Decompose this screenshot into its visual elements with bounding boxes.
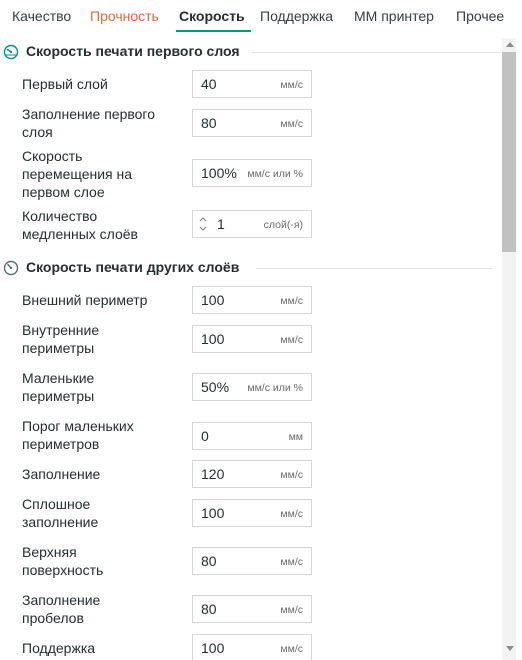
gap-infill-speed-input[interactable]: 80 мм/с <box>192 595 312 623</box>
label-line: заполнение <box>22 514 99 530</box>
label-first-layer-infill: Заполнение первого слоя <box>22 105 155 141</box>
label-line: медленных слоёв <box>22 226 138 242</box>
tab-strength[interactable]: Прочность <box>90 8 159 24</box>
first-layer-travel-speed-input[interactable]: 100% мм/с или % <box>192 159 312 187</box>
outer-wall-speed-input[interactable]: 100 мм/с <box>192 286 312 314</box>
input-value: 80 <box>201 115 217 131</box>
label-line: Маленькие <box>22 370 95 386</box>
label-line: Заполнение <box>22 592 101 608</box>
label-line: Внутренние <box>22 322 100 338</box>
label-line: пробелов <box>22 610 84 626</box>
label-line: слоя <box>22 124 53 140</box>
scroll-up-arrow-icon[interactable] <box>506 42 514 47</box>
label-line: Скорость <box>22 148 83 164</box>
section-header-other-layers-speed: Скорость печати других слоёв <box>0 256 500 280</box>
tab-multimaterial[interactable]: ММ принтер <box>354 8 434 24</box>
label-line: периметры <box>22 340 95 356</box>
label-line: первом слое <box>22 184 105 200</box>
settings-tab-bar: Качество Прочность Скорость Поддержка ММ… <box>0 0 522 34</box>
active-tab-indicator <box>176 30 251 32</box>
input-value: 80 <box>201 553 217 569</box>
input-unit: мм/с <box>280 508 303 520</box>
stepper-arrows-icon[interactable] <box>198 215 208 233</box>
input-unit: мм/с <box>280 334 303 346</box>
label-small-perimeters: Маленькие периметры <box>22 369 94 405</box>
input-value: 1 <box>217 216 225 232</box>
label-line: периметры <box>22 388 95 404</box>
label-line: Порог маленьких <box>22 418 134 434</box>
support-speed-input[interactable]: 100 мм/с <box>192 634 312 660</box>
label-sparse-infill: Заполнение <box>22 466 101 482</box>
input-unit: мм/с <box>280 79 303 91</box>
section-divider <box>256 268 492 269</box>
label-line: Количество <box>22 208 98 224</box>
label-slow-down-layers: Количество медленных слоёв <box>22 207 138 243</box>
input-value: 50% <box>201 379 230 395</box>
input-value: 120 <box>201 466 225 482</box>
label-outer-wall: Внешний периметр <box>22 292 148 308</box>
small-perimeters-speed-input[interactable]: 50% мм/с или % <box>192 373 312 401</box>
inner-wall-speed-input[interactable]: 100 мм/с <box>192 325 312 353</box>
tab-others[interactable]: Прочее <box>456 8 504 24</box>
input-unit: мм/с или % <box>247 382 303 394</box>
input-unit: мм/с <box>280 295 303 307</box>
label-line: периметров <box>22 436 100 452</box>
label-first-layer: Первый слой <box>22 76 108 92</box>
small-perimeter-threshold-input[interactable]: 0 мм <box>192 422 312 450</box>
input-unit: мм/с <box>280 469 303 481</box>
input-value: 100 <box>201 292 225 308</box>
label-small-perimeter-threshold: Порог маленьких периметров <box>22 417 134 453</box>
input-value: 0 <box>201 428 209 444</box>
input-unit: мм/с или % <box>247 168 303 180</box>
input-unit: мм <box>288 431 303 443</box>
label-inner-wall: Внутренние периметры <box>22 321 99 357</box>
speedometer-icon <box>3 44 19 60</box>
input-unit: мм/с <box>280 118 303 130</box>
sparse-infill-speed-input[interactable]: 120 мм/с <box>192 460 312 488</box>
tab-support[interactable]: Поддержка <box>260 8 333 24</box>
input-value: 100% <box>201 165 237 181</box>
input-value: 100 <box>201 505 225 521</box>
input-value: 80 <box>201 601 217 617</box>
slow-down-layers-stepper[interactable]: 1 слой(-я) <box>192 210 312 238</box>
label-top-surface: Верхняя поверхность <box>22 543 103 579</box>
label-line: Верхняя <box>22 544 77 560</box>
label-gap-infill: Заполнение пробелов <box>22 591 100 627</box>
solid-infill-speed-input[interactable]: 100 мм/с <box>192 499 312 527</box>
speedometer-icon <box>3 260 19 276</box>
label-line: поверхность <box>22 562 104 578</box>
input-value: 100 <box>201 331 225 347</box>
tab-speed[interactable]: Скорость <box>179 8 245 24</box>
scrollbar-thumb[interactable] <box>502 52 516 252</box>
top-surface-speed-input[interactable]: 80 мм/с <box>192 547 312 575</box>
section-title: Скорость печати других слоёв <box>26 259 240 275</box>
label-first-layer-travel-speed: Скорость перемещения на первом слое <box>22 147 132 201</box>
section-title: Скорость печати первого слоя <box>26 43 240 59</box>
tab-quality[interactable]: Качество <box>12 8 71 24</box>
label-line: перемещения на <box>22 166 133 182</box>
first-layer-speed-input[interactable]: 40 мм/с <box>192 70 312 98</box>
input-unit: слой(-я) <box>263 219 303 231</box>
input-unit: мм/с <box>280 556 303 568</box>
input-value: 100 <box>201 640 225 656</box>
input-unit: мм/с <box>280 643 303 655</box>
first-layer-infill-speed-input[interactable]: 80 мм/с <box>192 109 312 137</box>
input-unit: мм/с <box>280 604 303 616</box>
label-line: Сплошное <box>22 496 91 512</box>
label-support: Поддержка <box>22 640 96 656</box>
section-header-first-layer-speed: Скорость печати первого слоя <box>0 40 500 64</box>
input-value: 40 <box>201 76 217 92</box>
section-divider <box>252 52 500 53</box>
scroll-down-arrow-icon[interactable] <box>506 646 514 651</box>
label-solid-infill: Сплошное заполнение <box>22 495 98 531</box>
label-line: Заполнение первого <box>22 106 156 122</box>
